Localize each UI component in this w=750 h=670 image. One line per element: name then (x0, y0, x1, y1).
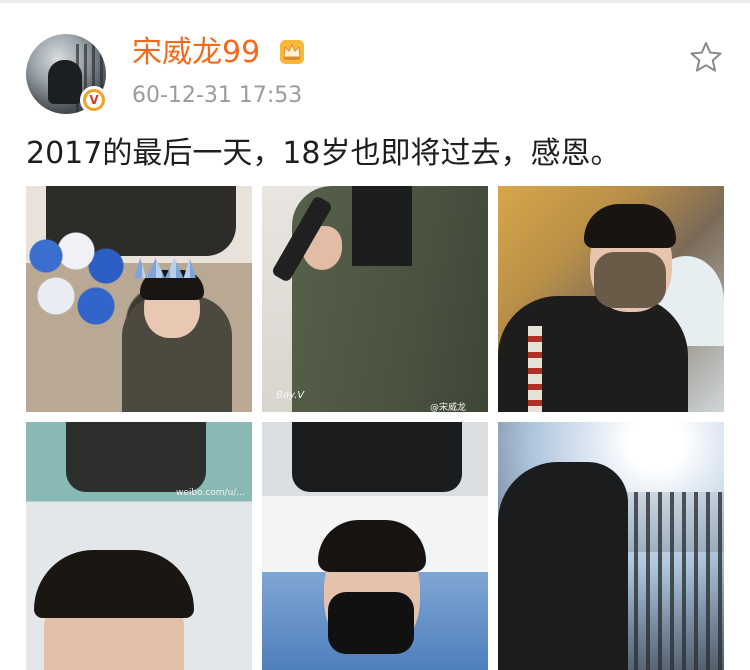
crown-icon[interactable] (278, 38, 306, 66)
username[interactable]: 宋威龙99 (132, 36, 260, 70)
star-icon[interactable] (688, 40, 724, 74)
photo-2[interactable]: Bay.V @宋威龙Vision (262, 186, 488, 412)
photo-1[interactable] (26, 186, 252, 412)
post-timestamp: 60-12-31 17:53 (132, 83, 303, 108)
photo-6[interactable] (498, 422, 724, 670)
post-text: 2017的最后一天，18岁也即将过去，感恩。 (26, 136, 621, 171)
top-divider (0, 0, 750, 3)
photo-4[interactable]: weibo.com/u/... (26, 422, 252, 670)
photo-watermark: weibo.com/u/... (176, 488, 245, 498)
verified-badge-icon: V (80, 86, 108, 114)
photo-3[interactable] (498, 186, 724, 412)
photo-watermark-signature: Bay.V (276, 390, 305, 401)
photo-5[interactable] (262, 422, 488, 670)
photo-watermark: @宋威龙Vision (430, 403, 467, 412)
